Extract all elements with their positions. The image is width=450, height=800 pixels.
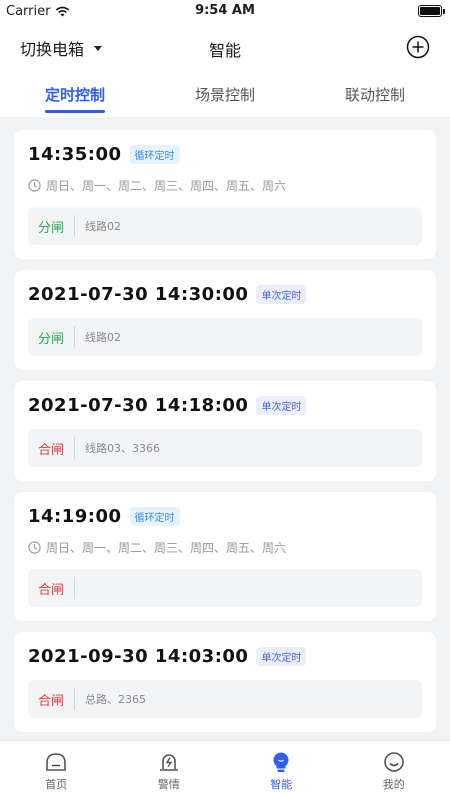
profile-icon	[383, 752, 404, 772]
timer-card-header: 14:35:00 循环定时	[28, 144, 422, 165]
tabbar-item-2[interactable]: 警情	[113, 741, 226, 800]
timer-card-header: 2021-07-30 14:30:00 单次定时	[28, 284, 422, 305]
divider	[74, 215, 75, 237]
battery-icon	[418, 5, 445, 17]
page-title: 智能	[208, 41, 241, 60]
timer-list: 14:35:00 循环定时 周日、周一、周二、周三、周四、周五、周六 分闸 线路02 20…	[14, 130, 436, 740]
timer-time: 2021-09-30 14:03:00	[28, 646, 249, 667]
tabbar-item-3[interactable]: 智能	[225, 741, 338, 800]
timer-card-header: 2021-07-30 14:18:00 单次定时	[28, 395, 422, 416]
clock-icon	[28, 179, 41, 192]
circuit-lines: 线路03、3366	[85, 442, 160, 455]
smart-bulb-icon	[273, 752, 289, 772]
timer-time: 2021-07-30 14:18:00	[28, 395, 249, 416]
timer-card-header: 2021-09-30 14:03:00 单次定时	[28, 646, 422, 667]
divider	[74, 688, 75, 710]
divider	[74, 326, 75, 348]
tabbar-label: 警情	[157, 778, 180, 791]
clock: 9:54 AM	[195, 3, 255, 18]
timer-card[interactable]: 2021-07-30 14:18:00 单次定时合闸 线路03、3366	[14, 381, 436, 481]
tab-bar-top: 定时控制 场景控制 联动控制	[0, 72, 450, 117]
breaker-action: 分闸	[38, 220, 65, 236]
repeat-days-text: 周日、周一、周二、周三、周四、周五、周六	[46, 179, 287, 193]
circuit-lines: 线路02	[85, 331, 121, 344]
timer-action-row: 合闸 总路、2365	[28, 680, 422, 718]
tabbar-label: 智能	[270, 778, 293, 791]
timer-card-header: 14:19:00 循环定时	[28, 506, 422, 527]
tabbar-item-1[interactable]: 首页	[0, 741, 113, 800]
timer-action-row: 分闸 线路02	[28, 207, 422, 245]
clock-icon	[28, 541, 41, 554]
tab-2[interactable]: 场景控制	[150, 72, 300, 117]
alarm-icon	[159, 754, 178, 771]
timer-type-badge: 循环定时	[129, 507, 180, 526]
bottom-tab-bar: 首页 警情 智能 我的	[0, 740, 450, 800]
tabbar-label: 首页	[45, 778, 68, 791]
divider	[74, 437, 75, 459]
add-button[interactable]	[406, 35, 430, 59]
timer-card[interactable]: 2021-07-30 14:30:00 单次定时分闸 线路02	[14, 270, 436, 370]
status-bar: Carrier 9:54 AM	[0, 0, 450, 22]
tab-3[interactable]: 联动控制	[300, 72, 450, 117]
timer-card[interactable]: 14:35:00 循环定时周日、周一、周二、周三、周四、周五、周六分闸 线路02	[14, 130, 436, 259]
divider	[74, 577, 75, 599]
timer-type-badge: 单次定时	[256, 396, 307, 415]
breaker-action: 合闸	[38, 442, 65, 458]
timer-action-row: 合闸 线路03、3366	[28, 429, 422, 467]
timer-time: 14:35:00	[28, 144, 122, 165]
tabbar-label: 我的	[382, 778, 405, 791]
timer-card[interactable]: 14:19:00 循环定时周日、周一、周二、周三、周四、周五、周六合闸	[14, 492, 436, 621]
timer-action-row: 分闸 线路02	[28, 318, 422, 356]
timer-type-badge: 单次定时	[256, 647, 307, 666]
circuit-lines: 线路02	[85, 220, 121, 233]
breaker-action: 合闸	[38, 693, 65, 709]
repeat-days-text: 周日、周一、周二、周三、周四、周五、周六	[46, 541, 287, 555]
breaker-action: 分闸	[38, 331, 65, 347]
repeat-days: 周日、周一、周二、周三、周四、周五、周六	[28, 539, 422, 556]
breaker-action: 合闸	[38, 582, 65, 598]
timer-time: 2021-07-30 14:30:00	[28, 284, 249, 305]
tabbar-item-4[interactable]: 我的	[338, 741, 450, 800]
timer-time: 14:19:00	[28, 506, 122, 527]
timer-card[interactable]: 2021-09-30 14:03:00 单次定时合闸 总路、2365	[14, 632, 436, 732]
circuit-lines: 总路、2365	[85, 693, 146, 706]
nav-bar: 切换电箱 智能	[0, 22, 450, 72]
timer-type-badge: 循环定时	[129, 145, 180, 164]
repeat-days: 周日、周一、周二、周三、周四、周五、周六	[28, 177, 422, 194]
timer-type-badge: 单次定时	[256, 285, 307, 304]
timer-action-row: 合闸	[28, 569, 422, 607]
tab-1[interactable]: 定时控制	[0, 72, 150, 117]
home-icon	[46, 753, 67, 771]
